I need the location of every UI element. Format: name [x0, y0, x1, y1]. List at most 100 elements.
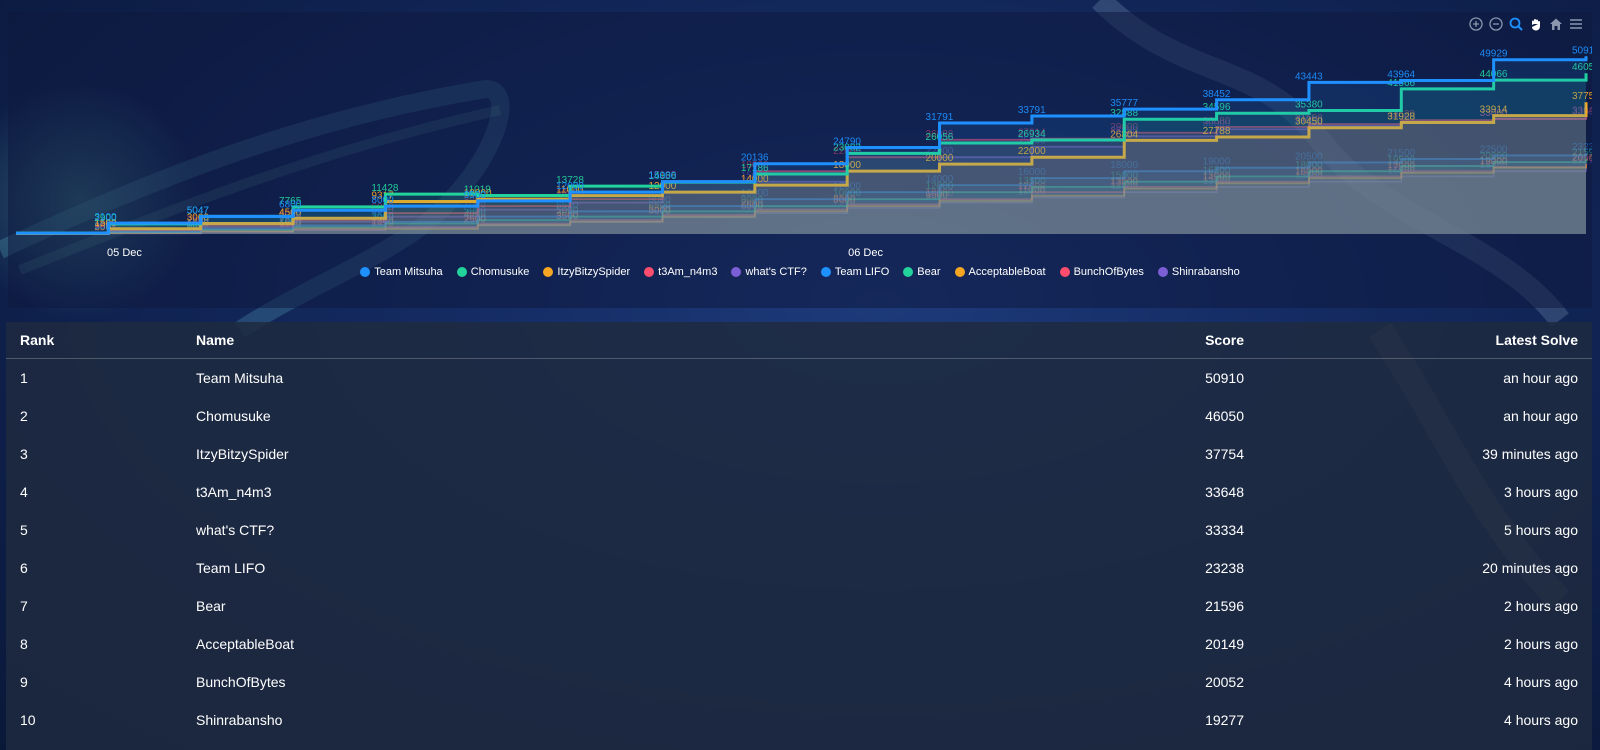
legend-label: Team LIFO: [834, 266, 890, 278]
score-chart-panel: 200 600 1100 1800 2600 3500 4800 6000 7500 9000 10…: [8, 12, 1600, 308]
data-label: 12000: [556, 181, 584, 192]
header-name[interactable]: Name: [182, 322, 1030, 359]
rank-cell: 5: [20, 522, 28, 538]
reset-home-icon[interactable]: [1548, 16, 1564, 32]
header-rank[interactable]: Rank: [6, 322, 182, 359]
data-label: 24790: [833, 136, 861, 147]
legend-item[interactable]: Shinrabansho: [1157, 266, 1240, 278]
legend-label: Bear: [917, 266, 941, 278]
team-name-cell[interactable]: Shinrabansho: [182, 701, 1030, 739]
team-name-cell[interactable]: t3Am_n4m3: [182, 473, 1030, 511]
data-label: 50910: [1572, 45, 1592, 56]
team-name-cell[interactable]: AcceptableBoat: [182, 625, 1030, 663]
legend-marker-icon: [903, 267, 914, 277]
data-label: 49929: [1480, 49, 1508, 60]
rank-cell: 6: [20, 560, 28, 576]
score-cell: 21596: [1205, 598, 1244, 614]
table-header-row: Rank Name Score Latest Solve: [6, 322, 1592, 359]
latest-solve-cell: 2 hours ago: [1504, 598, 1578, 614]
legend-label: BunchOfBytes: [1073, 266, 1144, 278]
legend-marker-icon: [820, 267, 831, 277]
data-label: 43443: [1295, 71, 1323, 82]
score-progression-chart[interactable]: 200 600 1100 1800 2600 3500 4800 6000 7500 9000 10…: [8, 12, 1600, 262]
data-label: 6800: [279, 199, 302, 210]
legend-item[interactable]: BunchOfBytes: [1059, 266, 1144, 278]
data-label: 43964: [1387, 70, 1415, 81]
table-row[interactable]: 1 Team Mitsuha 50910 an hour ago: [6, 359, 1592, 398]
score-cell: 33334: [1205, 522, 1244, 538]
zoom-in-icon[interactable]: [1468, 16, 1484, 32]
table-row[interactable]: 7 Bear 21596 2 hours ago: [6, 587, 1592, 625]
x-tick-label: 05 Dec: [107, 247, 142, 259]
legend-marker-icon: [456, 267, 467, 277]
data-label: 38452: [1203, 89, 1231, 100]
latest-solve-cell: 5 hours ago: [1504, 522, 1578, 538]
legend-label: ItzyBitzySpider: [557, 266, 631, 278]
latest-solve-cell: an hour ago: [1503, 370, 1578, 386]
team-name-cell[interactable]: BunchOfBytes: [182, 663, 1030, 701]
score-cell: 23238: [1205, 560, 1244, 576]
latest-solve-cell: 3 hours ago: [1504, 484, 1578, 500]
scoreboard-body: 1 Team Mitsuha 50910 an hour ago 2 Chomusuke 4…: [6, 359, 1592, 740]
team-name-cell[interactable]: what's CTF?: [182, 511, 1030, 549]
team-name-cell[interactable]: Team LIFO: [182, 549, 1030, 587]
pan-hand-icon[interactable]: [1528, 16, 1544, 32]
menu-icon[interactable]: [1568, 16, 1584, 32]
table-row[interactable]: 10 Shinrabansho 19277 4 hours ago: [6, 701, 1592, 739]
header-score[interactable]: Score: [1030, 322, 1258, 359]
data-label: 35777: [1110, 98, 1138, 109]
legend-item[interactable]: Bear: [903, 266, 941, 278]
legend-item[interactable]: Chomusuke: [456, 266, 529, 278]
score-cell: 19277: [1205, 712, 1244, 728]
legend-marker-icon: [731, 267, 742, 277]
latest-solve-cell: an hour ago: [1503, 408, 1578, 424]
table-row[interactable]: 2 Chomusuke 46050 an hour ago: [6, 397, 1592, 435]
score-cell: 50910: [1205, 370, 1244, 386]
rank-cell: 7: [20, 598, 28, 614]
legend-label: what's CTF?: [745, 266, 807, 278]
score-cell: 33648: [1205, 484, 1244, 500]
data-label: 20136: [741, 153, 769, 164]
table-row[interactable]: 4 t3Am_n4m3 33648 3 hours ago: [6, 473, 1592, 511]
legend-item[interactable]: AcceptableBoat: [954, 266, 1046, 278]
rank-cell: 3: [20, 446, 28, 462]
legend-label: t3Am_n4m3: [658, 266, 718, 278]
legend-marker-icon: [1059, 267, 1070, 277]
legend-marker-icon: [1157, 267, 1168, 277]
chart-toolbar: [1468, 16, 1584, 32]
x-tick-label: 06 Dec: [848, 247, 883, 259]
legend-item[interactable]: ItzyBitzySpider: [543, 266, 630, 278]
table-row[interactable]: 6 Team LIFO 23238 20 minutes ago: [6, 549, 1592, 587]
legend-marker-icon: [360, 267, 371, 277]
legend-item[interactable]: what's CTF?: [731, 266, 807, 278]
legend-item[interactable]: Team LIFO: [820, 266, 890, 278]
table-row[interactable]: 3 ItzyBitzySpider 37754 39 minutes ago: [6, 435, 1592, 473]
legend-item[interactable]: Team Mitsuha: [360, 266, 443, 278]
data-label: 9500: [464, 190, 487, 201]
team-name-cell[interactable]: Bear: [182, 587, 1030, 625]
header-latest-solve[interactable]: Latest Solve: [1258, 322, 1592, 359]
legend-item[interactable]: t3Am_n4m3: [644, 266, 717, 278]
team-name-cell[interactable]: Team Mitsuha: [182, 359, 1030, 398]
table-row[interactable]: 5 what's CTF? 33334 5 hours ago: [6, 511, 1592, 549]
table-row[interactable]: 8 AcceptableBoat 20149 2 hours ago: [6, 625, 1592, 663]
legend-marker-icon: [543, 267, 554, 277]
score-cell: 20052: [1205, 674, 1244, 690]
latest-solve-cell: 4 hours ago: [1504, 674, 1578, 690]
data-label: 3100: [94, 212, 117, 223]
rank-cell: 9: [20, 674, 28, 690]
data-label: 33791: [1018, 105, 1046, 116]
legend-label: Shinrabansho: [1171, 266, 1240, 278]
data-label: 8000: [371, 195, 394, 206]
team-name-cell[interactable]: Chomusuke: [182, 397, 1030, 435]
data-label: 5047: [187, 205, 210, 216]
score-cell: 46050: [1205, 408, 1244, 424]
selection-zoom-icon[interactable]: [1508, 16, 1524, 32]
team-name-cell[interactable]: ItzyBitzySpider: [182, 435, 1030, 473]
table-row[interactable]: 9 BunchOfBytes 20052 4 hours ago: [6, 663, 1592, 701]
legend-label: AcceptableBoat: [968, 266, 1046, 278]
zoom-out-icon[interactable]: [1488, 16, 1504, 32]
latest-solve-cell: 39 minutes ago: [1482, 446, 1578, 462]
rank-cell: 10: [20, 712, 36, 728]
rank-cell: 2: [20, 408, 28, 424]
